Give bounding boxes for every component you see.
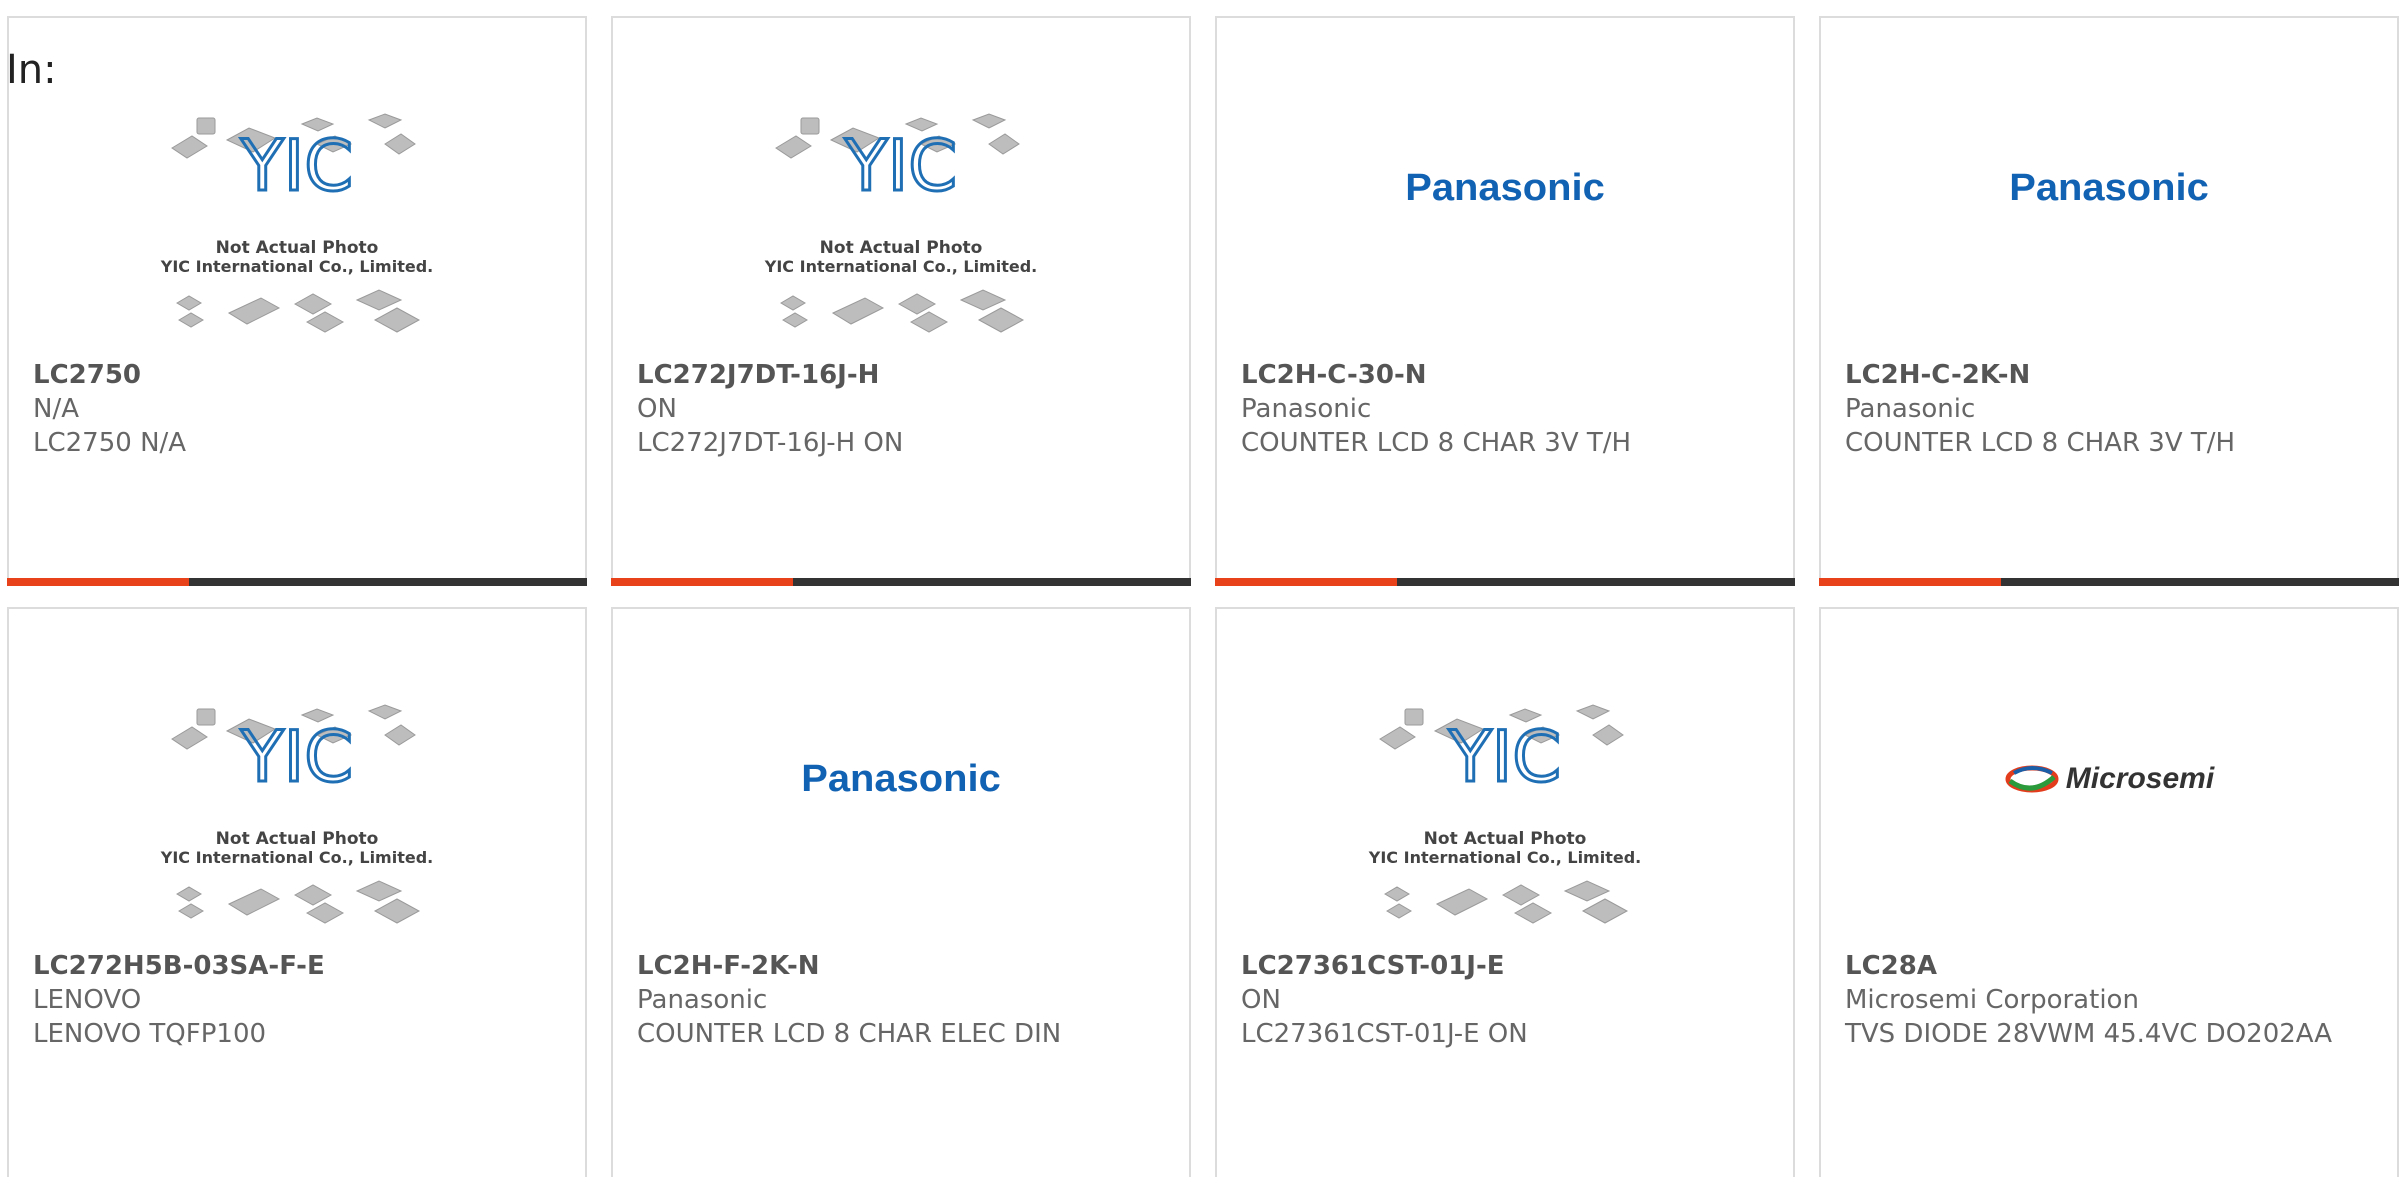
card-footer-bar <box>1215 578 1795 586</box>
part-number[interactable]: LC2H-F-2K-N <box>637 949 1169 983</box>
svg-text:YIC: YIC <box>240 125 353 207</box>
manufacturer: Microsemi Corporation <box>1845 985 2139 1015</box>
product-meta: LC28A Microsemi Corporation TVS DIODE 28… <box>1845 949 2377 1051</box>
manufacturer: ON <box>1241 985 1281 1015</box>
product-card[interactable]: Panasonic LC2H-C-30-N Panasonic COUNTER … <box>1215 16 1795 586</box>
description: COUNTER LCD 8 CHAR 3V T/H <box>1241 428 1632 458</box>
panasonic-logo: Panasonic <box>2009 166 2209 209</box>
description: LC2750 N/A <box>33 428 187 458</box>
microsemi-swirl-icon <box>2005 765 2059 793</box>
description: COUNTER LCD 8 CHAR 3V T/H <box>1845 428 2236 458</box>
product-meta: LC2H-C-30-N Panasonic COUNTER LCD 8 CHAR… <box>1241 358 1773 460</box>
product-image[interactable]: YIC Not Actual Photo YIC International C… <box>9 98 585 358</box>
product-card[interactable]: YIC Not Actual Photo YIC International C… <box>7 16 587 586</box>
product-grid: YIC Not Actual Photo YIC International C… <box>7 16 2400 1177</box>
manufacturer: Panasonic <box>1845 394 1976 424</box>
description: LC272J7DT-16J-H ON <box>637 428 904 458</box>
card-accent-bar <box>1819 578 2001 586</box>
part-number[interactable]: LC27361CST-01J-E <box>1241 949 1773 983</box>
part-number[interactable]: LC272H5B-03SA-F-E <box>33 949 565 983</box>
description: LC27361CST-01J-E ON <box>1241 1019 1528 1049</box>
manufacturer: LENOVO <box>33 985 142 1015</box>
svg-text:YIC: YIC <box>844 125 957 207</box>
product-meta: LC272H5B-03SA-F-E LENOVO LENOVO TQFP100 <box>33 949 565 1051</box>
card-accent-bar <box>611 578 793 586</box>
product-image[interactable]: Panasonic <box>1217 58 1793 318</box>
product-card[interactable]: Panasonic LC2H-F-2K-N Panasonic COUNTER … <box>611 607 1191 1177</box>
placeholder-line2: YIC International Co., Limited. <box>1368 848 1641 867</box>
placeholder-line2: YIC International Co., Limited. <box>764 257 1037 276</box>
product-card[interactable]: Microsemi LC28A Microsemi Corporation TV… <box>1819 607 2399 1177</box>
product-meta: LC2H-C-2K-N Panasonic COUNTER LCD 8 CHAR… <box>1845 358 2377 460</box>
product-meta: LC2750 N/A LC2750 N/A <box>33 358 565 460</box>
card-footer-bar <box>611 578 1191 586</box>
panasonic-logo: Panasonic <box>1405 166 1605 209</box>
part-number[interactable]: LC272J7DT-16J-H <box>637 358 1169 392</box>
description: COUNTER LCD 8 CHAR ELEC DIN <box>637 1019 1062 1049</box>
manufacturer: N/A <box>33 394 79 424</box>
product-card[interactable]: YIC Not Actual Photo YIC International C… <box>7 607 587 1177</box>
product-card[interactable]: YIC Not Actual Photo YIC International C… <box>1215 607 1795 1177</box>
microsemi-logo: Microsemi <box>2004 762 2214 796</box>
card-footer-bar <box>7 578 587 586</box>
manufacturer: Panasonic <box>637 985 768 1015</box>
product-image[interactable]: YIC Not Actual Photo YIC International C… <box>1217 689 1793 949</box>
placeholder-line1: Not Actual Photo <box>216 238 379 258</box>
product-image[interactable]: YIC Not Actual Photo YIC International C… <box>9 689 585 949</box>
manufacturer: ON <box>637 394 677 424</box>
description: TVS DIODE 28VWM 45.4VC DO202AA <box>1845 1019 2333 1049</box>
yic-placeholder-logo: YIC Not Actual Photo YIC International C… <box>160 113 433 333</box>
placeholder-line1: Not Actual Photo <box>216 829 379 849</box>
description: LENOVO TQFP100 <box>33 1019 267 1049</box>
product-meta: LC27361CST-01J-E ON LC27361CST-01J-E ON <box>1241 949 1773 1051</box>
product-meta: LC272J7DT-16J-H ON LC272J7DT-16J-H ON <box>637 358 1169 460</box>
product-card[interactable]: Panasonic LC2H-C-2K-N Panasonic COUNTER … <box>1819 16 2399 586</box>
panasonic-logo: Panasonic <box>801 757 1001 800</box>
product-meta: LC2H-F-2K-N Panasonic COUNTER LCD 8 CHAR… <box>637 949 1169 1051</box>
svg-text:YIC: YIC <box>1448 716 1561 798</box>
part-number[interactable]: LC2H-C-30-N <box>1241 358 1773 392</box>
yic-placeholder-logo: YIC Not Actual Photo YIC International C… <box>764 113 1037 333</box>
svg-text:YIC: YIC <box>240 716 353 798</box>
product-image[interactable]: YIC Not Actual Photo YIC International C… <box>613 98 1189 358</box>
product-image[interactable]: Microsemi <box>1821 649 2397 909</box>
product-image[interactable]: Panasonic <box>1821 58 2397 318</box>
placeholder-line1: Not Actual Photo <box>820 238 983 258</box>
card-footer-bar <box>1819 578 2399 586</box>
yic-placeholder-logo: YIC Not Actual Photo YIC International C… <box>1368 704 1641 924</box>
part-number[interactable]: LC28A <box>1845 949 2377 983</box>
manufacturer: Panasonic <box>1241 394 1372 424</box>
card-accent-bar <box>7 578 189 586</box>
placeholder-line1: Not Actual Photo <box>1424 829 1587 849</box>
microsemi-wordmark: Microsemi <box>2065 762 2215 795</box>
product-image[interactable]: Panasonic <box>613 649 1189 909</box>
placeholder-line2: YIC International Co., Limited. <box>160 257 433 276</box>
part-number[interactable]: LC2750 <box>33 358 565 392</box>
in-label: In: <box>6 47 57 93</box>
card-accent-bar <box>1215 578 1397 586</box>
yic-placeholder-logo: YIC Not Actual Photo YIC International C… <box>160 704 433 924</box>
placeholder-line2: YIC International Co., Limited. <box>160 848 433 867</box>
product-card[interactable]: YIC Not Actual Photo YIC International C… <box>611 16 1191 586</box>
part-number[interactable]: LC2H-C-2K-N <box>1845 358 2377 392</box>
